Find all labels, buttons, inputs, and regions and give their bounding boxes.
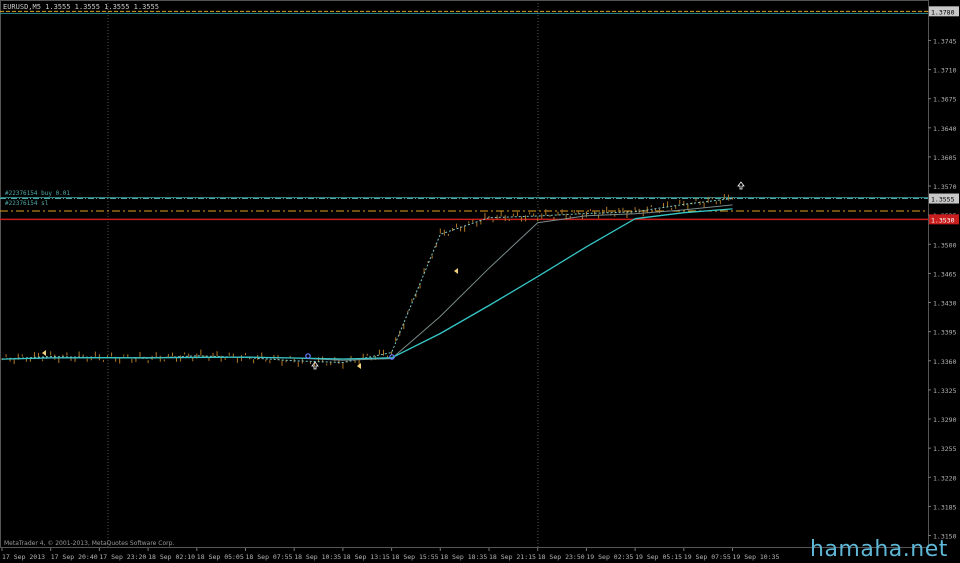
price-tick-label: 1.3220: [933, 474, 957, 482]
price-tick-label: 1.3290: [933, 416, 957, 424]
time-tick-label: 18 Sep 02:10: [148, 553, 195, 561]
price-tick-label: 1.3605: [933, 154, 957, 162]
price-tick-label: 1.3745: [933, 37, 957, 45]
time-tick-label: 19 Sep 07:55: [684, 553, 731, 561]
chart-window[interactable]: 1.3780 1.3745 1.3710 1.3675 1.3640 1.3605 1.35…: [0, 0, 960, 563]
ma-mid-line: [1, 204, 733, 361]
ma-fast-line: [1, 198, 733, 364]
price-tick-label: 1.3430: [933, 300, 957, 308]
price-tick-label: 1.3360: [933, 358, 957, 366]
time-tick-label: 18 Sep 18:35: [440, 553, 487, 561]
buy-arrow-icon: [737, 181, 745, 190]
price-tick-label: 1.3325: [933, 387, 957, 395]
price-tick-label: 1.3675: [933, 96, 957, 104]
price-tick-label: 1.3710: [933, 67, 957, 75]
time-tick-label: 18 Sep 21:15: [489, 553, 536, 561]
price-tick-label: 1.3570: [933, 183, 957, 191]
price-chart[interactable]: 1.3780 1.3745 1.3710 1.3675 1.3640 1.3605 1.35…: [0, 0, 960, 563]
price-tick-label: 1.3500: [933, 241, 957, 249]
buy-order-label: #22376154 buy 0.01: [5, 190, 71, 197]
bookmark-triangle-icon: [454, 268, 458, 274]
bid-price-marker: 1.3555: [931, 196, 955, 204]
watermark: hamaha.net: [810, 537, 948, 562]
price-tick-label: 1.3465: [933, 270, 957, 278]
time-tick-label: 18 Sep 15:55: [392, 553, 439, 561]
bookmark-triangle-icon: [42, 350, 46, 356]
time-tick-label: 19 Sep 02:35: [586, 553, 633, 561]
time-tick-label: 17 Sep 23:20: [99, 553, 146, 561]
time-tick-label: 19 Sep 10:35: [733, 553, 780, 561]
time-tick-label: 18 Sep 07:55: [246, 553, 293, 561]
time-tick-label: 18 Sep 10:35: [294, 553, 341, 561]
copyright-text: MetaTrader 4, © 2001-2013, MetaQuotes So…: [4, 540, 175, 547]
top-price-marker: 1.3780: [931, 8, 955, 16]
time-tick-label: 18 Sep 13:15: [343, 553, 390, 561]
trade-marker-icon: [305, 353, 311, 359]
symbol-header: EURUSD,M5 1.3555 1.3555 1.3555 1.3555: [3, 3, 159, 11]
price-tick-label: 1.3640: [933, 125, 957, 133]
chart-frame: [0, 0, 929, 548]
price-tick-label: 1.3185: [933, 503, 957, 511]
price-tick-label: 1.3255: [933, 445, 957, 453]
price-tick-label: 1.3395: [933, 329, 957, 337]
time-tick-label: 17 Sep 20:40: [51, 553, 98, 561]
ma-slow-line: [1, 208, 733, 360]
time-tick-label: 19 Sep 05:15: [635, 553, 682, 561]
time-tick-label: 18 Sep 05:05: [197, 553, 244, 561]
buy-arrow-icon: [311, 361, 319, 370]
sl-price-marker: 1.3530: [931, 216, 955, 224]
time-tick-label: 18 Sep 23:50: [538, 553, 585, 561]
time-tick-label: 17 Sep 2013: [2, 553, 45, 561]
stoploss-label: #22376154 sl: [5, 200, 49, 207]
